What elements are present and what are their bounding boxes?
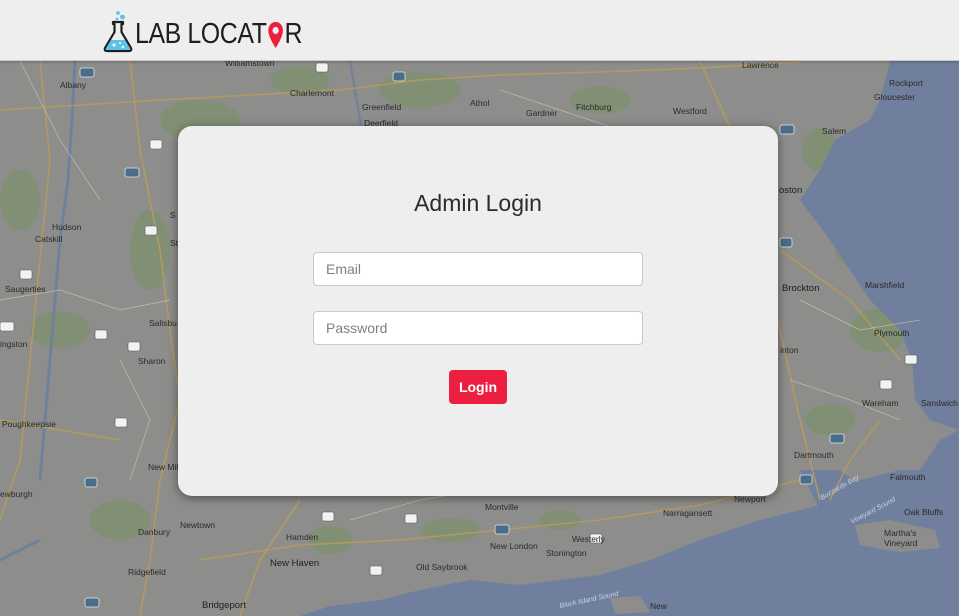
map-label-bridgeport: Bridgeport bbox=[202, 600, 246, 611]
map-label-catskill: Catskill bbox=[35, 234, 63, 244]
map-label-charlemont: Charlemont bbox=[290, 88, 335, 98]
map-label-rockport: Rockport bbox=[889, 78, 924, 88]
map-label-kingston: ingston bbox=[0, 339, 28, 349]
map-label-westerly: Westerly bbox=[572, 534, 606, 544]
map-label-danbury: Danbury bbox=[138, 527, 171, 537]
map-label-gardner: Gardner bbox=[526, 108, 557, 118]
login-title: Admin Login bbox=[414, 190, 542, 216]
map-label-oak-bluffs: Oak Bluffs bbox=[904, 507, 943, 517]
map-label-lawrence: Lawrence bbox=[742, 60, 779, 70]
app-logo[interactable]: LAB LOCAT R bbox=[102, 10, 329, 54]
map-label-plymouth: Plymouth bbox=[874, 328, 910, 338]
map-label-sharon: Sharon bbox=[138, 356, 166, 366]
app-header: LAB LOCAT R bbox=[0, 0, 959, 61]
password-field[interactable] bbox=[313, 311, 643, 345]
map-label-albany: Albany bbox=[60, 80, 87, 90]
map-label-canton: inton bbox=[780, 345, 799, 355]
map-label-fitchburg: Fitchburg bbox=[576, 102, 612, 112]
map-label-new-haven: New Haven bbox=[270, 558, 319, 569]
email-field[interactable] bbox=[313, 252, 643, 286]
map-label-wareham: Wareham bbox=[862, 398, 899, 408]
map-label-poughkeepsie: Poughkeepsie bbox=[2, 419, 56, 429]
map-label-dartmouth: Dartmouth bbox=[794, 450, 834, 460]
map-label-new-shoreham: New bbox=[650, 601, 668, 611]
map-label-brockton: Brockton bbox=[782, 283, 820, 294]
map-label-stonington: Stonington bbox=[546, 548, 587, 558]
map-label-salisbury: Salisbu bbox=[149, 318, 177, 328]
map-label-new-london: New London bbox=[490, 541, 538, 551]
map-label-narragansett: Narragansett bbox=[663, 508, 713, 518]
map-label-s: S bbox=[170, 210, 176, 220]
map-label-vineyard: Vineyard bbox=[884, 538, 918, 548]
app-logo-text-left: LAB LOCAT bbox=[135, 18, 267, 50]
flask-icon bbox=[103, 11, 133, 53]
map-label-hamden: Hamden bbox=[286, 532, 318, 542]
map-label-greenfield: Greenfield bbox=[362, 102, 401, 112]
map-label-marthas: Martha's bbox=[884, 528, 916, 538]
map-label-gloucester: Gloucester bbox=[874, 92, 915, 102]
app-logo-text-right: R bbox=[284, 18, 303, 50]
map-label-salem: Salem bbox=[822, 126, 846, 136]
login-card: Admin Login Login bbox=[178, 126, 778, 496]
map-label-westford: Westford bbox=[673, 106, 707, 116]
map-label-montville: Montville bbox=[485, 502, 519, 512]
map-label-newburgh: ewburgh bbox=[0, 489, 33, 499]
map-label-ridgefield: Ridgefield bbox=[128, 567, 166, 577]
map-pin-icon bbox=[268, 21, 283, 48]
map-label-athol: Athol bbox=[470, 98, 489, 108]
map-label-sandwich: Sandwich bbox=[921, 398, 958, 408]
map-label-saugerties: Saugerties bbox=[5, 284, 46, 294]
app-logo-text: LAB LOCAT R bbox=[135, 18, 303, 50]
login-button[interactable]: Login bbox=[449, 370, 507, 404]
map-label-new-milford: New Mill bbox=[148, 462, 180, 472]
map-label-newtown: Newtown bbox=[180, 520, 215, 530]
map-label-old-saybrook: Old Saybrook bbox=[416, 562, 468, 572]
map-label-boston: oston bbox=[779, 185, 802, 196]
map-label-falmouth: Falmouth bbox=[890, 472, 926, 482]
map-label-hudson: Hudson bbox=[52, 222, 82, 232]
map-label-marshfield: Marshfield bbox=[865, 280, 904, 290]
